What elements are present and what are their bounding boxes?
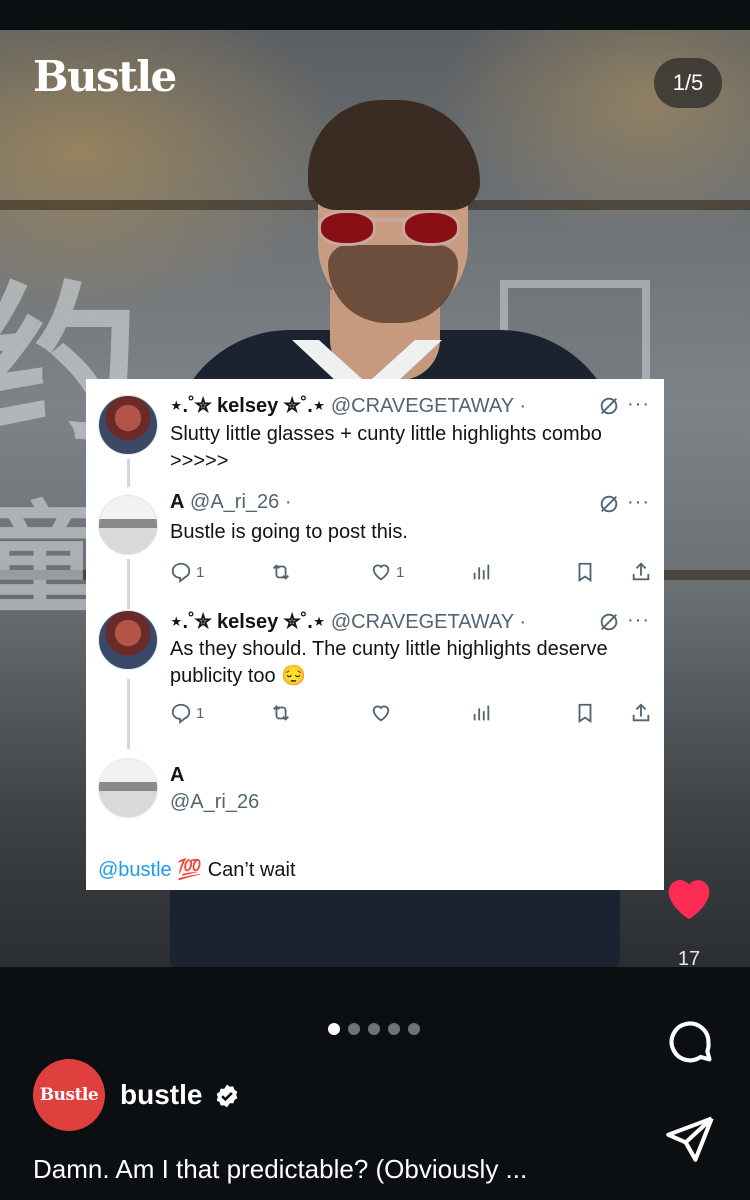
like-count: 17 <box>677 948 701 970</box>
tweet-author-name: A <box>170 764 185 786</box>
sunglasses-bridge <box>373 218 405 222</box>
like-button[interactable] <box>370 700 392 726</box>
more-options-icon[interactable]: ··· <box>627 491 650 514</box>
background-sign-glyph: 童 <box>0 489 100 630</box>
tweet-actions: 1 1 <box>170 559 650 585</box>
thread-line <box>127 679 130 749</box>
like-icon <box>372 705 390 722</box>
grok-icon[interactable] <box>598 395 620 417</box>
like-icon <box>372 564 390 581</box>
bookmark-button[interactable] <box>574 700 596 726</box>
tweet-separator: · <box>519 611 526 633</box>
tweet-author-handle-row: @A_ri_26 <box>170 791 259 814</box>
person-hair <box>308 100 480 210</box>
reply-button[interactable]: 1 <box>170 700 204 726</box>
views-button[interactable] <box>470 559 492 585</box>
bookmark-button[interactable] <box>574 559 596 585</box>
avatar <box>98 395 158 455</box>
tweet-text: As they should. The cunty little highlig… <box>170 638 608 687</box>
carousel-dot-active[interactable] <box>328 1023 340 1035</box>
avatar <box>98 495 158 555</box>
reply-count: 1 <box>196 563 205 581</box>
tweet-author-name-row: A <box>170 764 184 787</box>
grok-icon[interactable] <box>598 611 620 633</box>
tweet-author-handle: @CRAVEGETAWAY <box>330 611 514 633</box>
status-strip <box>0 0 750 30</box>
retweet-button[interactable] <box>270 700 292 726</box>
tweet-author-handle: @A_ri_26 <box>190 491 280 513</box>
retweet-button[interactable] <box>270 559 292 585</box>
reply-icon <box>171 562 191 583</box>
tweet-header: A @A_ri_26 · <box>170 491 292 514</box>
tweet-text: Slutty little glasses + cunty little hig… <box>170 423 602 472</box>
thread-line <box>127 459 130 487</box>
tweet-author-name: ⋆.˚✮ kelsey ✮˚.⋆ <box>170 611 326 633</box>
views-icon <box>473 564 490 580</box>
account-name[interactable]: bustle <box>120 1079 202 1111</box>
share-tweet-button[interactable] <box>630 700 652 726</box>
sunglasses-lens-left <box>318 210 376 246</box>
tweet-actions: 1 <box>170 700 650 726</box>
post-caption[interactable]: Damn. Am I that predictable? (Obviously … <box>33 1154 633 1185</box>
send-icon[interactable] <box>664 1112 716 1164</box>
views-button[interactable] <box>470 700 492 726</box>
heart-icon[interactable] <box>661 872 717 926</box>
tweet-separator: · <box>284 491 292 513</box>
tweet-author-handle: @CRAVEGETAWAY <box>330 395 514 417</box>
tweet-text: Bustle is going to post this. <box>170 521 408 543</box>
retweet-icon <box>273 705 289 721</box>
reply-count: 1 <box>196 704 205 722</box>
tweet-author-handle: @A_ri_26 <box>170 791 260 813</box>
avatar <box>98 610 158 670</box>
tweet-thread-card: ⋆.˚✮ kelsey ✮˚.⋆ @CRAVEGETAWAY · ··· Slu… <box>86 379 664 890</box>
emoji: 💯 <box>177 859 203 881</box>
more-options-icon[interactable]: ··· <box>627 609 650 632</box>
tweet-text-body: Can’t wait <box>202 859 296 881</box>
tweet-text: @bustle 💯 Can’t wait <box>98 857 576 884</box>
more-options-icon[interactable]: ··· <box>627 393 650 416</box>
brand-logo: Bustle <box>33 52 177 101</box>
like-button[interactable]: 1 <box>370 559 404 585</box>
reply-button[interactable]: 1 <box>170 559 204 585</box>
carousel-counter: 1/5 <box>654 58 722 108</box>
bookmark-icon <box>578 562 592 582</box>
carousel-dot[interactable] <box>368 1023 380 1035</box>
grok-icon[interactable] <box>598 493 620 515</box>
sunglasses-lens-right <box>402 210 460 246</box>
mention-link[interactable]: @bustle <box>98 859 172 881</box>
share-icon <box>632 703 650 722</box>
tweet-header: ⋆.˚✮ kelsey ✮˚.⋆ @CRAVEGETAWAY · <box>170 393 526 418</box>
tweet-header: ⋆.˚✮ kelsey ✮˚.⋆ @CRAVEGETAWAY · <box>170 609 526 634</box>
carousel-dot[interactable] <box>408 1023 420 1035</box>
comment-icon[interactable] <box>664 1016 716 1068</box>
verified-icon <box>216 1084 238 1108</box>
account-avatar[interactable]: Bustle <box>33 1059 105 1131</box>
carousel-dot[interactable] <box>388 1023 400 1035</box>
reply-icon <box>171 703 191 724</box>
carousel-dot[interactable] <box>348 1023 360 1035</box>
bookmark-icon <box>578 703 592 723</box>
views-icon <box>473 705 490 721</box>
carousel-dots <box>328 1023 420 1035</box>
avatar <box>98 758 158 818</box>
tweet-author-name: A <box>170 491 185 513</box>
share-tweet-button[interactable] <box>630 559 652 585</box>
tweet-separator: · <box>519 395 526 417</box>
thread-line <box>127 559 130 609</box>
share-icon <box>632 562 650 581</box>
like-count: 1 <box>396 563 405 581</box>
tweet-author-name: ⋆.˚✮ kelsey ✮˚.⋆ <box>170 395 326 417</box>
retweet-icon <box>273 564 289 580</box>
